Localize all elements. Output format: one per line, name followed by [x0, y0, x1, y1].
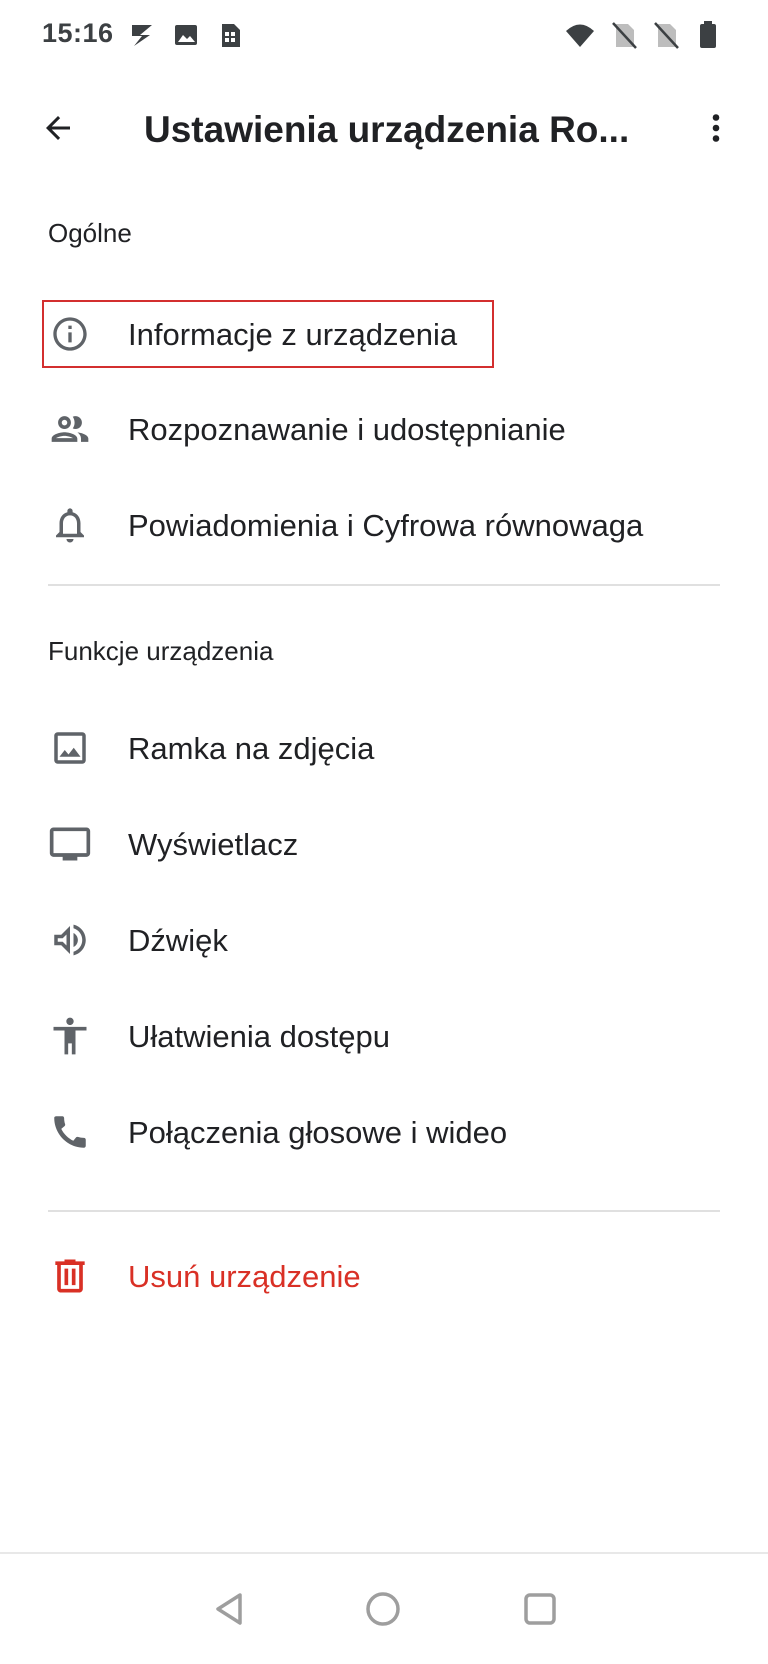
- trash-icon: [48, 1254, 92, 1298]
- list-item-label: Rozpoznawanie i udostępnianie: [128, 412, 566, 447]
- phone-icon: [48, 1110, 92, 1154]
- divider: [48, 584, 720, 586]
- list-item-label: Informacje z urządzenia: [128, 317, 458, 352]
- list-item-photo-frame[interactable]: Ramka na zdjęcia: [0, 706, 768, 790]
- wifi-icon: [566, 24, 594, 47]
- remove-device-label: Usuń urządzenie: [128, 1259, 361, 1294]
- status-bar: 15:16: [0, 0, 768, 72]
- more-vert-icon: [712, 114, 720, 142]
- list-item-notifications[interactable]: Powiadomienia i Cyfrowa równowaga: [0, 483, 768, 567]
- section-header-device-features: Funkcje urządzenia: [48, 636, 274, 666]
- status-icons-right: [564, 20, 722, 50]
- status-time: 15:16: [42, 18, 114, 48]
- back-button[interactable]: [32, 102, 84, 154]
- more-options-button[interactable]: [690, 102, 742, 154]
- list-item-voice-video-calls[interactable]: Połączenia głosowe i wideo: [0, 1090, 768, 1174]
- list-item-label: Ramka na zdjęcia: [128, 731, 375, 766]
- list-item-device-info[interactable]: Informacje z urządzenia: [0, 292, 768, 376]
- arrow-back-icon: [46, 116, 70, 140]
- list-item-accessibility[interactable]: Ułatwienia dostępu: [0, 994, 768, 1078]
- status-icons-left: [128, 20, 244, 50]
- list-item-display[interactable]: Wyświetlacz: [0, 802, 768, 886]
- no-sim-icon: [654, 22, 679, 49]
- info-icon: [48, 312, 92, 356]
- section-header-general: Ogólne: [48, 218, 132, 248]
- divider: [48, 1210, 720, 1212]
- recents-nav-icon: [524, 1593, 556, 1625]
- people-icon: [48, 407, 92, 451]
- list-item-label: Ułatwienia dostępu: [128, 1019, 390, 1054]
- photo-frame-icon: [48, 726, 92, 770]
- sim-toolkit-icon: [222, 24, 240, 47]
- nav-home-button[interactable]: [358, 1584, 408, 1634]
- back-nav-icon: [216, 1593, 242, 1625]
- battery-icon: [700, 21, 716, 48]
- display-icon: [48, 822, 92, 866]
- image-icon: [175, 25, 197, 45]
- system-nav-bar: [0, 1554, 768, 1664]
- page-title: Ustawienia urządzenia Ro...: [144, 109, 630, 150]
- list-item-label: Powiadomienia i Cyfrowa równowaga: [128, 508, 644, 543]
- home-nav-icon: [366, 1592, 400, 1626]
- list-item-sound[interactable]: Dźwięk: [0, 898, 768, 982]
- bell-icon: [48, 503, 92, 547]
- s-app-icon: [132, 25, 152, 46]
- list-item-recognition-sharing[interactable]: Rozpoznawanie i udostępnianie: [0, 387, 768, 471]
- speaker-icon: [48, 918, 92, 962]
- accessibility-icon: [48, 1014, 92, 1058]
- app-bar: Ustawienia urządzenia Ro...: [0, 80, 768, 180]
- nav-back-button[interactable]: [205, 1584, 255, 1634]
- list-item-label: Dźwięk: [128, 923, 228, 958]
- remove-device-button[interactable]: Usuń urządzenie: [0, 1234, 768, 1318]
- no-sim-icon: [612, 22, 637, 49]
- list-item-label: Wyświetlacz: [128, 827, 299, 862]
- nav-recents-button[interactable]: [515, 1584, 565, 1634]
- list-item-label: Połączenia głosowe i wideo: [128, 1115, 508, 1150]
